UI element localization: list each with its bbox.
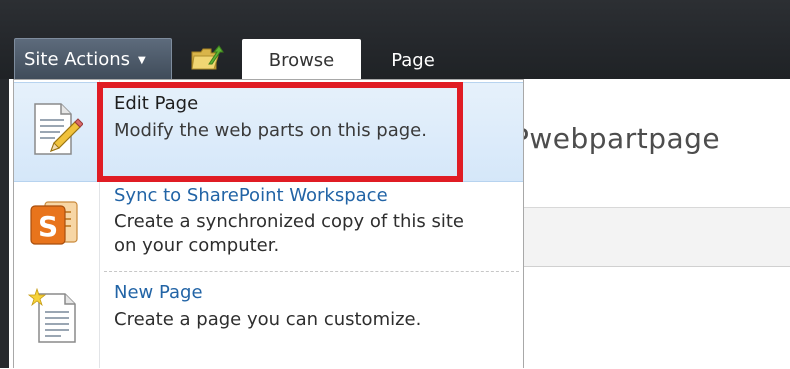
menu-item-new-page[interactable]: New Page Create a page you can customize… [14,274,523,369]
menu-item-description: Create a page you can customize. [114,309,422,330]
annotation-highlight-box [97,82,463,182]
page-title: Pwebpartpage [512,122,721,155]
tab-browse[interactable]: Browse [242,39,361,81]
left-edge [0,79,9,368]
edit-page-icon [34,103,83,155]
menu-item-description: Create a synchronized copy of this site … [114,211,464,256]
menu-item-sync-workspace[interactable]: S Sync to SharePoint Workspace Create a … [14,182,523,266]
menu-item-title: New Page [114,282,203,303]
new-page-icon [27,288,76,343]
menu-separator [104,271,519,272]
site-actions-button[interactable]: Site Actions ▼ [14,38,172,80]
tab-page[interactable]: Page [368,39,458,79]
site-actions-label: Site Actions [24,49,131,70]
navigate-up-icon[interactable] [190,44,224,72]
content-band [524,208,790,267]
menu-item-title: Sync to SharePoint Workspace [114,185,388,206]
chevron-down-icon: ▼ [138,55,146,66]
sharepoint-workspace-icon: S [30,201,78,245]
svg-text:S: S [38,210,58,243]
